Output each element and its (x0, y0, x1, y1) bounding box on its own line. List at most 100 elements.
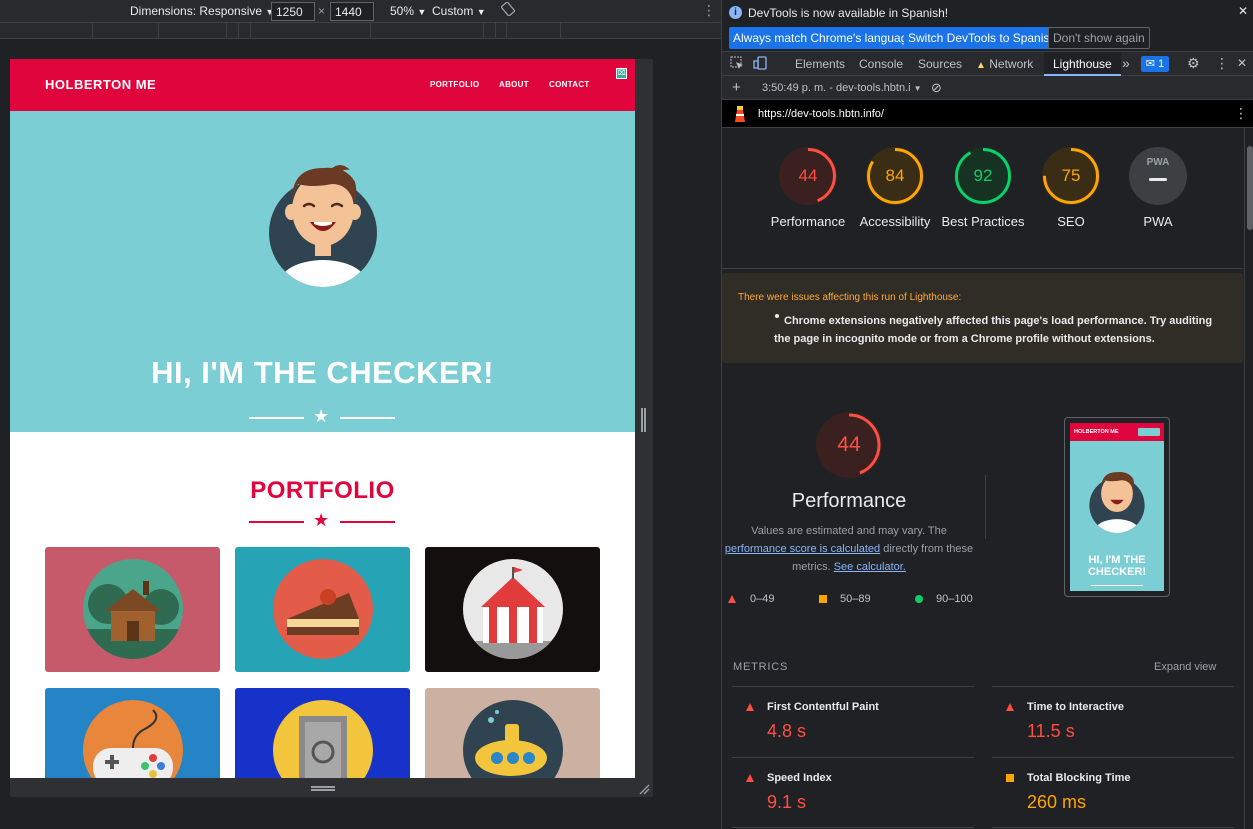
portfolio-tile-cabin[interactable] (45, 547, 220, 672)
portfolio-tile-safe[interactable] (235, 688, 410, 778)
match-language-button[interactable]: Always match Chrome's language (729, 27, 919, 49)
gauge-score: 92 (973, 166, 993, 185)
circus-tent-icon (463, 559, 563, 659)
rotate-icon[interactable] (500, 1, 516, 19)
site-brand[interactable]: HOLBERTON ME (45, 77, 156, 92)
nav-contact[interactable]: CONTACT (549, 80, 590, 89)
thumbnail-brand: HOLBERTON ME (1074, 429, 1119, 435)
divider (992, 757, 1234, 758)
perf-desc-text-1: Values are estimated and may vary. The (751, 525, 947, 537)
avatar (269, 165, 377, 287)
score-label-accessibility: Accessibility (859, 214, 931, 229)
metric-name: Total Blocking Time (1027, 772, 1131, 784)
portfolio-tile-cake[interactable] (235, 547, 410, 672)
gamepad-icon (83, 700, 183, 778)
scrollbar-thumb[interactable] (1247, 146, 1253, 230)
switch-language-button[interactable]: Switch DevTools to Spanish (904, 27, 1061, 49)
device-toggle-icon[interactable] (753, 56, 767, 73)
chevron-down-icon: ▼ (913, 84, 922, 93)
tab-elements[interactable]: Elements (795, 57, 845, 71)
thumbnail-menu-icon (1138, 428, 1160, 436)
metric-value: 4.8 s (767, 721, 807, 741)
legend-pass: 90–100 (936, 593, 973, 605)
chevron-down-icon: ▼ (417, 7, 427, 17)
metric-name: Time to Interactive (1027, 701, 1124, 713)
more-options-icon[interactable]: ⋮ (1215, 55, 1229, 72)
fail-triangle-icon (746, 774, 754, 782)
tab-console[interactable]: Console (859, 57, 903, 71)
more-options-icon[interactable]: ⋮ (702, 2, 716, 19)
devtools-tabbar: Elements Console Sources ▲ Network Light… (722, 52, 1253, 76)
tab-sources[interactable]: Sources (918, 57, 962, 71)
dismiss-button[interactable]: Don't show again (1048, 27, 1150, 49)
tab-network[interactable]: ▲ Network (976, 57, 1033, 71)
close-icon[interactable]: ✕ (1238, 4, 1248, 18)
hero-title: HI, I'M THE CHECKER! (151, 355, 494, 390)
site-header: HOLBERTON ME PORTFOLIO ABOUT CONTACT ⌧ (10, 59, 635, 111)
resize-handle-right[interactable] (641, 408, 646, 432)
dimensions-dropdown[interactable]: Dimensions: Responsive ▼ (130, 4, 274, 18)
messages-badge[interactable]: ✉ 1 (1141, 56, 1169, 72)
close-devtools-icon[interactable]: ✕ (1237, 56, 1247, 70)
emulated-viewport: HOLBERTON ME PORTFOLIO ABOUT CONTACT ⌧ H… (10, 59, 635, 778)
divider (732, 827, 974, 828)
gauge-score: 44 (798, 166, 818, 185)
clear-icon[interactable]: ⊘ (931, 80, 942, 96)
see-calculator-link[interactable]: See calculator. (834, 561, 906, 573)
nav-about[interactable]: ABOUT (499, 80, 529, 89)
portfolio-divider: ★ (249, 511, 395, 531)
zoom-label: 50% (390, 4, 415, 18)
fail-triangle-icon (746, 703, 754, 711)
expand-view-toggle[interactable]: Expand view (1154, 661, 1216, 673)
media-query-ruler (0, 23, 721, 39)
gauge-accessibility[interactable]: 84 (866, 147, 924, 205)
gauge-performance[interactable]: 44 (779, 147, 837, 205)
infobar-text: DevTools is now available in Spanish! (748, 6, 949, 20)
lighthouse-run-bar: + 3:50:49 p. m. - dev-tools.hbtn.i ▼ ⊘ (722, 76, 1253, 100)
resize-handle-bottom[interactable] (311, 786, 335, 791)
portfolio-tile-gamepad[interactable] (45, 688, 220, 778)
gauge-score: 75 (1061, 166, 1081, 185)
warning-title: There were issues affecting this run of … (738, 292, 962, 303)
score-label-performance: Performance (770, 214, 846, 229)
plus-icon[interactable]: + (732, 79, 741, 96)
fail-triangle-icon (728, 595, 736, 603)
portfolio-tile-circus[interactable] (425, 547, 600, 672)
inspect-element-icon[interactable] (730, 56, 744, 73)
submarine-icon (463, 700, 563, 778)
more-tabs-icon[interactable]: » (1122, 55, 1130, 71)
nav-portfolio[interactable]: PORTFOLIO (430, 80, 479, 89)
chat-icon: ✉ (1145, 58, 1156, 70)
throttle-dropdown[interactable]: Custom ▼ (432, 4, 486, 18)
metric-value: 260 ms (1027, 792, 1087, 812)
metric-value: 11.5 s (1027, 721, 1075, 741)
report-menu-icon[interactable]: ⋮ (1234, 105, 1248, 122)
pwa-gauge[interactable]: PWA (1129, 147, 1187, 205)
pwa-badge-text: PWA (1146, 157, 1170, 168)
report-scrollbar[interactable] (1244, 128, 1253, 829)
metrics-heading: METRICS (733, 661, 789, 673)
times-separator: × (318, 4, 326, 18)
metric-value: 9.1 s (767, 792, 807, 812)
portfolio-tile-submarine[interactable] (425, 688, 600, 778)
report-url[interactable]: https://dev-tools.hbtn.info/ (758, 108, 884, 120)
throttle-label: Custom (432, 4, 474, 18)
gauge-score: 84 (885, 166, 905, 185)
thumbnail-screen: HOLBERTON ME HI, I'M THE CHECKER! (1070, 423, 1164, 591)
gauge-best-practices[interactable]: 92 (954, 147, 1012, 205)
gauge-seo[interactable]: 75 (1042, 147, 1100, 205)
height-input[interactable]: 1440 (330, 2, 374, 21)
report-selector[interactable]: 3:50:49 p. m. - dev-tools.hbtn.i ▼ (762, 82, 922, 94)
warning-box: There were issues affecting this run of … (722, 273, 1243, 363)
legend-fail: 0–49 (750, 593, 775, 605)
score-calc-link[interactable]: performance score is calculated (725, 543, 880, 555)
tab-lighthouse[interactable]: Lighthouse (1044, 52, 1121, 76)
safe-icon (273, 700, 373, 778)
run-label: 3:50:49 p. m. - dev-tools.hbtn.i (762, 82, 911, 94)
zoom-dropdown[interactable]: 50% ▼ (390, 4, 426, 18)
resize-corner-icon[interactable] (638, 782, 650, 795)
width-input[interactable]: 1250 (271, 2, 315, 21)
final-screenshot-thumbnail[interactable]: HOLBERTON ME HI, I'M THE CHECKER! (1064, 417, 1170, 597)
settings-gear-icon[interactable]: ⚙ (1187, 55, 1200, 72)
extension-overlay-icon[interactable]: ⌧ (616, 68, 627, 79)
